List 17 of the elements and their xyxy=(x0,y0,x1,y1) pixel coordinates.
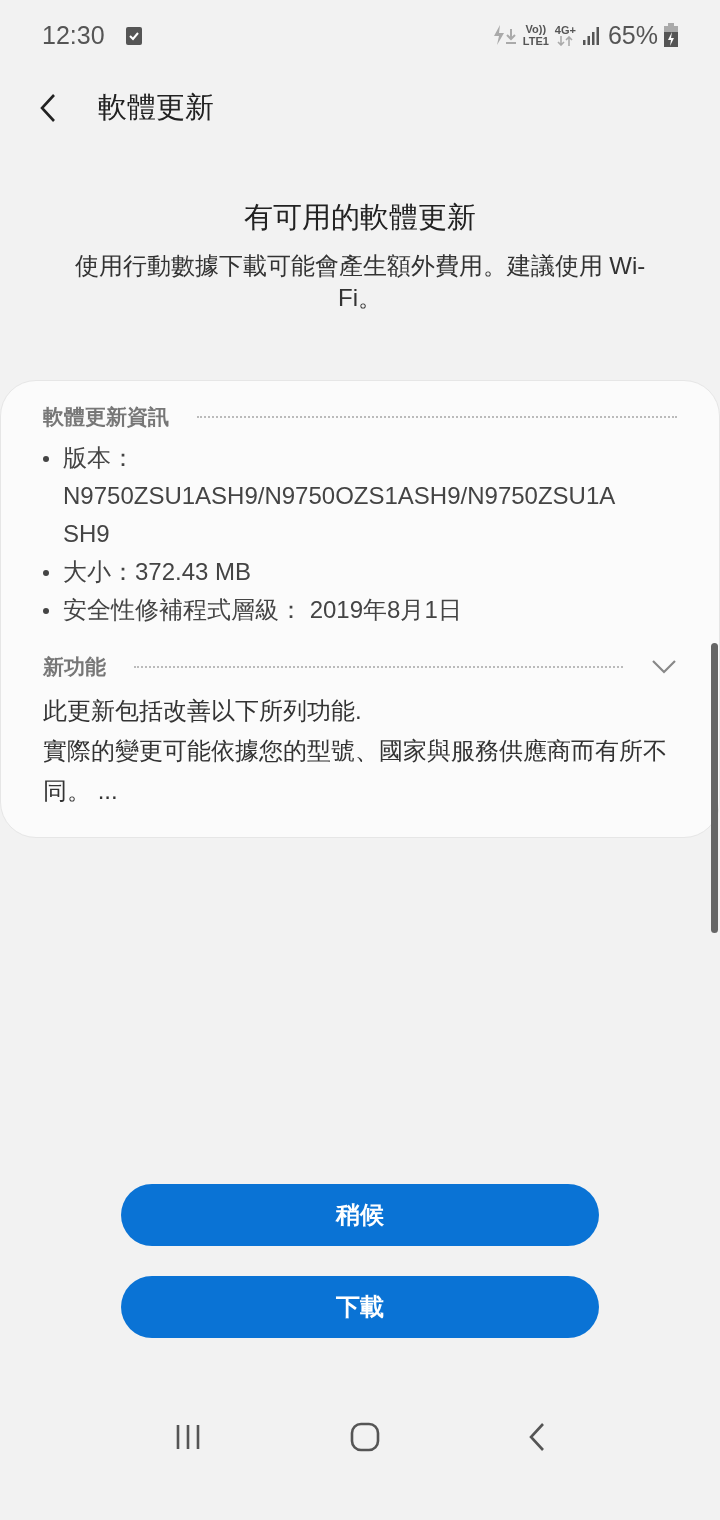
data-charge-message: 使用行動數據下載可能會產生額外費用。建議使用 Wi-Fi。 xyxy=(73,251,647,313)
action-button[interactable]: 下載 xyxy=(121,1276,599,1338)
info-item: 版本：N9750ZSU1ASH9/N9750OZS1ASH9/N9750ZSU1ASH9 xyxy=(63,443,617,549)
section-heading: 新功能 xyxy=(43,654,106,680)
action-button[interactable]: 稍候 xyxy=(121,1184,599,1246)
description-text: 此更新包括改善以下所列功能. xyxy=(43,696,363,726)
network-label: 4G+ xyxy=(554,24,576,36)
info-item: 安全性修補程式層級： 2019年8月1日 xyxy=(63,595,462,625)
volte-label: Vo)) xyxy=(525,23,547,35)
lte-label: LTE1 xyxy=(522,35,549,47)
page-title: 軟體更新 xyxy=(98,90,214,125)
update-available-title: 有可用的軟體更新 xyxy=(243,200,477,235)
clock: 12:30 xyxy=(42,20,105,50)
section-heading: 軟體更新資訊 xyxy=(43,404,169,430)
description-text: 實際的變更可能依據您的型號、國家與服務供應商而有所不同。 ... xyxy=(43,736,668,806)
battery-percent: 65% xyxy=(607,20,658,50)
info-item: 大小：372.43 MB xyxy=(63,557,252,587)
